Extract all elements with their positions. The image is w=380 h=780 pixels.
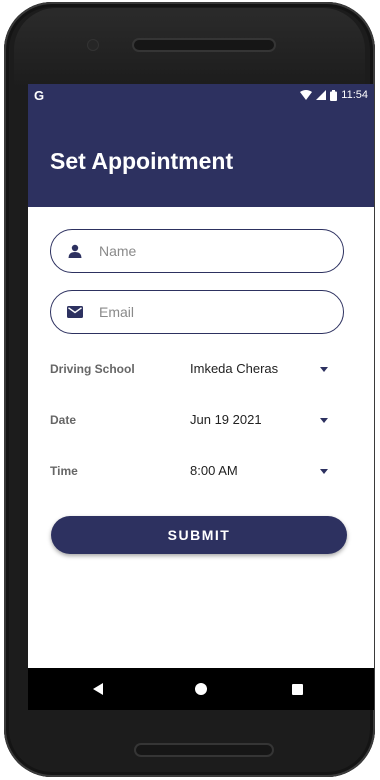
driving-school-select[interactable]: Driving School Imkeda Cheras [50,360,346,380]
dropdown-arrow-icon [320,418,328,423]
date-value: Jun 19 2021 [190,412,262,427]
driving-school-label: Driving School [50,362,135,376]
dropdown-arrow-icon [320,469,328,474]
name-input[interactable] [97,242,321,260]
app-bar: Set Appointment [28,108,374,207]
status-time: 11:54 [341,89,368,101]
email-input[interactable] [97,303,321,321]
home-icon [195,683,207,695]
back-icon [93,683,103,695]
signal-icon [316,90,327,100]
status-bar: G 11:54 [28,84,374,108]
status-icons: 11:54 [300,89,368,101]
status-carrier-glyph: G [34,88,45,103]
email-field[interactable] [50,290,344,334]
screen: G 11:54 Set Appointment Name Email Drivi… [28,84,374,710]
top-speaker [134,40,274,50]
person-icon [67,243,83,259]
driving-school-value: Imkeda Cheras [190,361,279,376]
name-field[interactable] [50,229,344,273]
dropdown-arrow-icon [320,367,328,372]
battery-icon [330,89,338,101]
time-value: 8:00 AM [190,463,238,478]
page-title: Set Appointment [50,148,234,174]
navigation-bar [28,668,374,710]
nav-home-button[interactable] [171,668,231,710]
time-select[interactable]: Time 8:00 AM [50,462,346,482]
bottom-speaker [136,745,272,755]
submit-button[interactable]: SUBMIT [51,516,347,554]
mail-icon [67,304,83,320]
date-select[interactable]: Date Jun 19 2021 [50,411,346,431]
time-label: Time [50,464,78,478]
front-camera [88,40,98,50]
wifi-icon [300,90,313,100]
recents-icon [291,683,303,695]
nav-back-button[interactable] [68,668,128,710]
date-label: Date [50,413,77,427]
nav-recents-button[interactable] [267,668,327,710]
